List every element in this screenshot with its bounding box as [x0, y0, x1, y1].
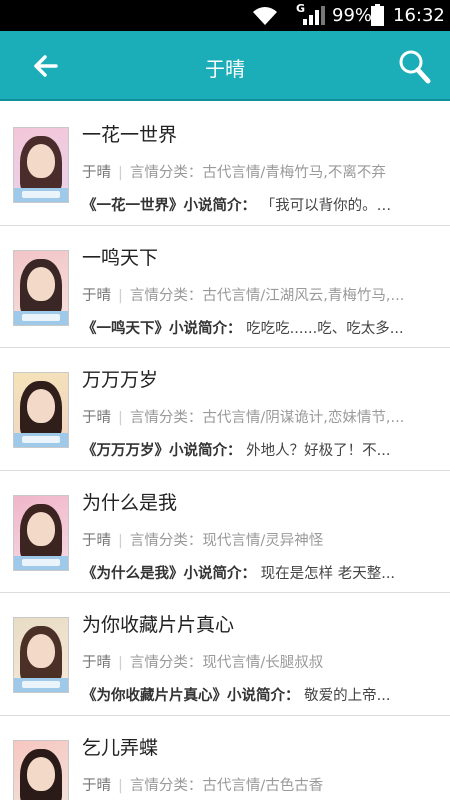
signal-icon: [303, 6, 325, 25]
divider: |: [118, 655, 123, 672]
book-title: 乞儿弄蝶: [82, 736, 159, 759]
book-row[interactable]: 一鸣天下 于晴 | 言情分类：古代言情/江湖风云,青梅竹马,... 《一鸣天下》小说…: [0, 225, 450, 349]
book-cover: [13, 739, 69, 800]
book-description: 《一鸣天下》小说简介： 吃吃吃......吃、吃太多...: [82, 317, 436, 338]
book-meta: 于晴 | 言情分类：现代言情/灵异神怪: [82, 529, 323, 550]
description-label: 《一鸣天下》小说简介：: [82, 320, 242, 337]
book-row[interactable]: 万万万岁 于晴 | 言情分类：古代言情/阴谋诡计,恋妹情节,... 《万万万岁》小说…: [0, 348, 450, 471]
description-text: 现在是怎样 老天整...: [260, 565, 396, 582]
book-cover: [13, 372, 69, 449]
description-label: 《一花一世界》小说简介：: [82, 198, 256, 214]
book-title: 一鸣天下: [82, 246, 159, 269]
book-category: 言情分类：古代言情/阴谋诡计,恋妹情节,...: [129, 410, 405, 427]
book-category: 言情分类：古代言情/江湖风云,青梅竹马,...: [129, 287, 405, 304]
book-cover: [13, 617, 69, 694]
book-row[interactable]: 为什么是我 于晴 | 言情分类：现代言情/灵异神怪 《为什么是我》小说简介： 现在是…: [0, 470, 450, 594]
divider: |: [118, 410, 123, 427]
divider: |: [118, 165, 123, 181]
divider: |: [118, 287, 123, 304]
book-description: 《为你收藏片片真心》小说简介： 敬爱的上帝...: [82, 684, 436, 705]
divider: |: [118, 777, 123, 794]
description-label: 《为什么是我》小说简介：: [82, 565, 256, 582]
book-meta: 于晴 | 言情分类：古代言情/古色古香: [82, 774, 323, 795]
divider: |: [118, 532, 123, 549]
book-list: 一花一世界 于晴 | 言情分类：古代言情/青梅竹马,不离不弃 《一花一世界》小说简介…: [0, 103, 450, 800]
book-author: 于晴: [82, 165, 111, 181]
book-title: 为你收藏片片真心: [82, 614, 235, 637]
book-meta: 于晴 | 言情分类：古代言情/阴谋诡计,恋妹情节,...: [82, 406, 404, 427]
clock: 16:32: [393, 5, 445, 26]
book-author: 于晴: [82, 287, 111, 304]
description-text: 吃吃吃......吃、吃太多...: [246, 320, 404, 337]
description-label: 《万万万岁》小说简介：: [82, 443, 242, 460]
book-author: 于晴: [82, 532, 111, 549]
book-author: 于晴: [82, 410, 111, 427]
book-category: 言情分类：古代言情/古色古香: [129, 777, 324, 794]
battery-icon: [371, 4, 384, 26]
wifi-icon: [253, 7, 277, 25]
book-category: 言情分类：现代言情/长腿叔叔: [129, 655, 324, 672]
book-meta: 于晴 | 言情分类：现代言情/长腿叔叔: [82, 651, 323, 672]
book-row[interactable]: 一花一世界 于晴 | 言情分类：古代言情/青梅竹马,不离不弃 《一花一世界》小说简介…: [0, 103, 450, 226]
book-description: 《一花一世界》小说简介： 「我可以背你的。…: [82, 194, 436, 215]
book-description: 《万万万岁》小说简介： 外地人？好极了！不...: [82, 439, 436, 460]
book-title: 一花一世界: [82, 124, 178, 146]
search-icon[interactable]: [392, 45, 436, 87]
battery-percent: 99%: [332, 5, 373, 26]
app-bar: 于晴: [0, 31, 450, 101]
book-row[interactable]: 为你收藏片片真心 于晴 | 言情分类：现代言情/长腿叔叔 《为你收藏片片真心》小说简…: [0, 593, 450, 716]
book-category: 言情分类：现代言情/灵异神怪: [129, 532, 324, 549]
page-title: 于晴: [205, 57, 245, 81]
book-title: 为什么是我: [82, 491, 178, 514]
description-label: 《为你收藏片片真心》小说简介：: [82, 688, 300, 705]
book-meta: 于晴 | 言情分类：古代言情/江湖风云,青梅竹马,...: [82, 284, 404, 305]
book-cover: [13, 249, 69, 326]
book-title: 万万万岁: [82, 369, 159, 392]
book-category: 言情分类：古代言情/青梅竹马,不离不弃: [129, 165, 386, 181]
book-description: 《为什么是我》小说简介： 现在是怎样 老天整...: [82, 562, 436, 583]
book-meta: 于晴 | 言情分类：古代言情/青梅竹马,不离不弃: [82, 161, 386, 182]
book-row[interactable]: 乞儿弄蝶 于晴 | 言情分类：古代言情/古色古香: [0, 715, 450, 800]
description-text: 「我可以背你的。…: [260, 198, 392, 214]
description-text: 敬爱的上帝...: [304, 688, 391, 705]
book-cover: [13, 494, 69, 571]
description-text: 外地人？好极了！不...: [246, 443, 391, 460]
book-cover: [13, 127, 69, 203]
status-bar: G 99% 16:32: [0, 0, 450, 31]
book-author: 于晴: [82, 655, 111, 672]
book-author: 于晴: [82, 777, 111, 794]
